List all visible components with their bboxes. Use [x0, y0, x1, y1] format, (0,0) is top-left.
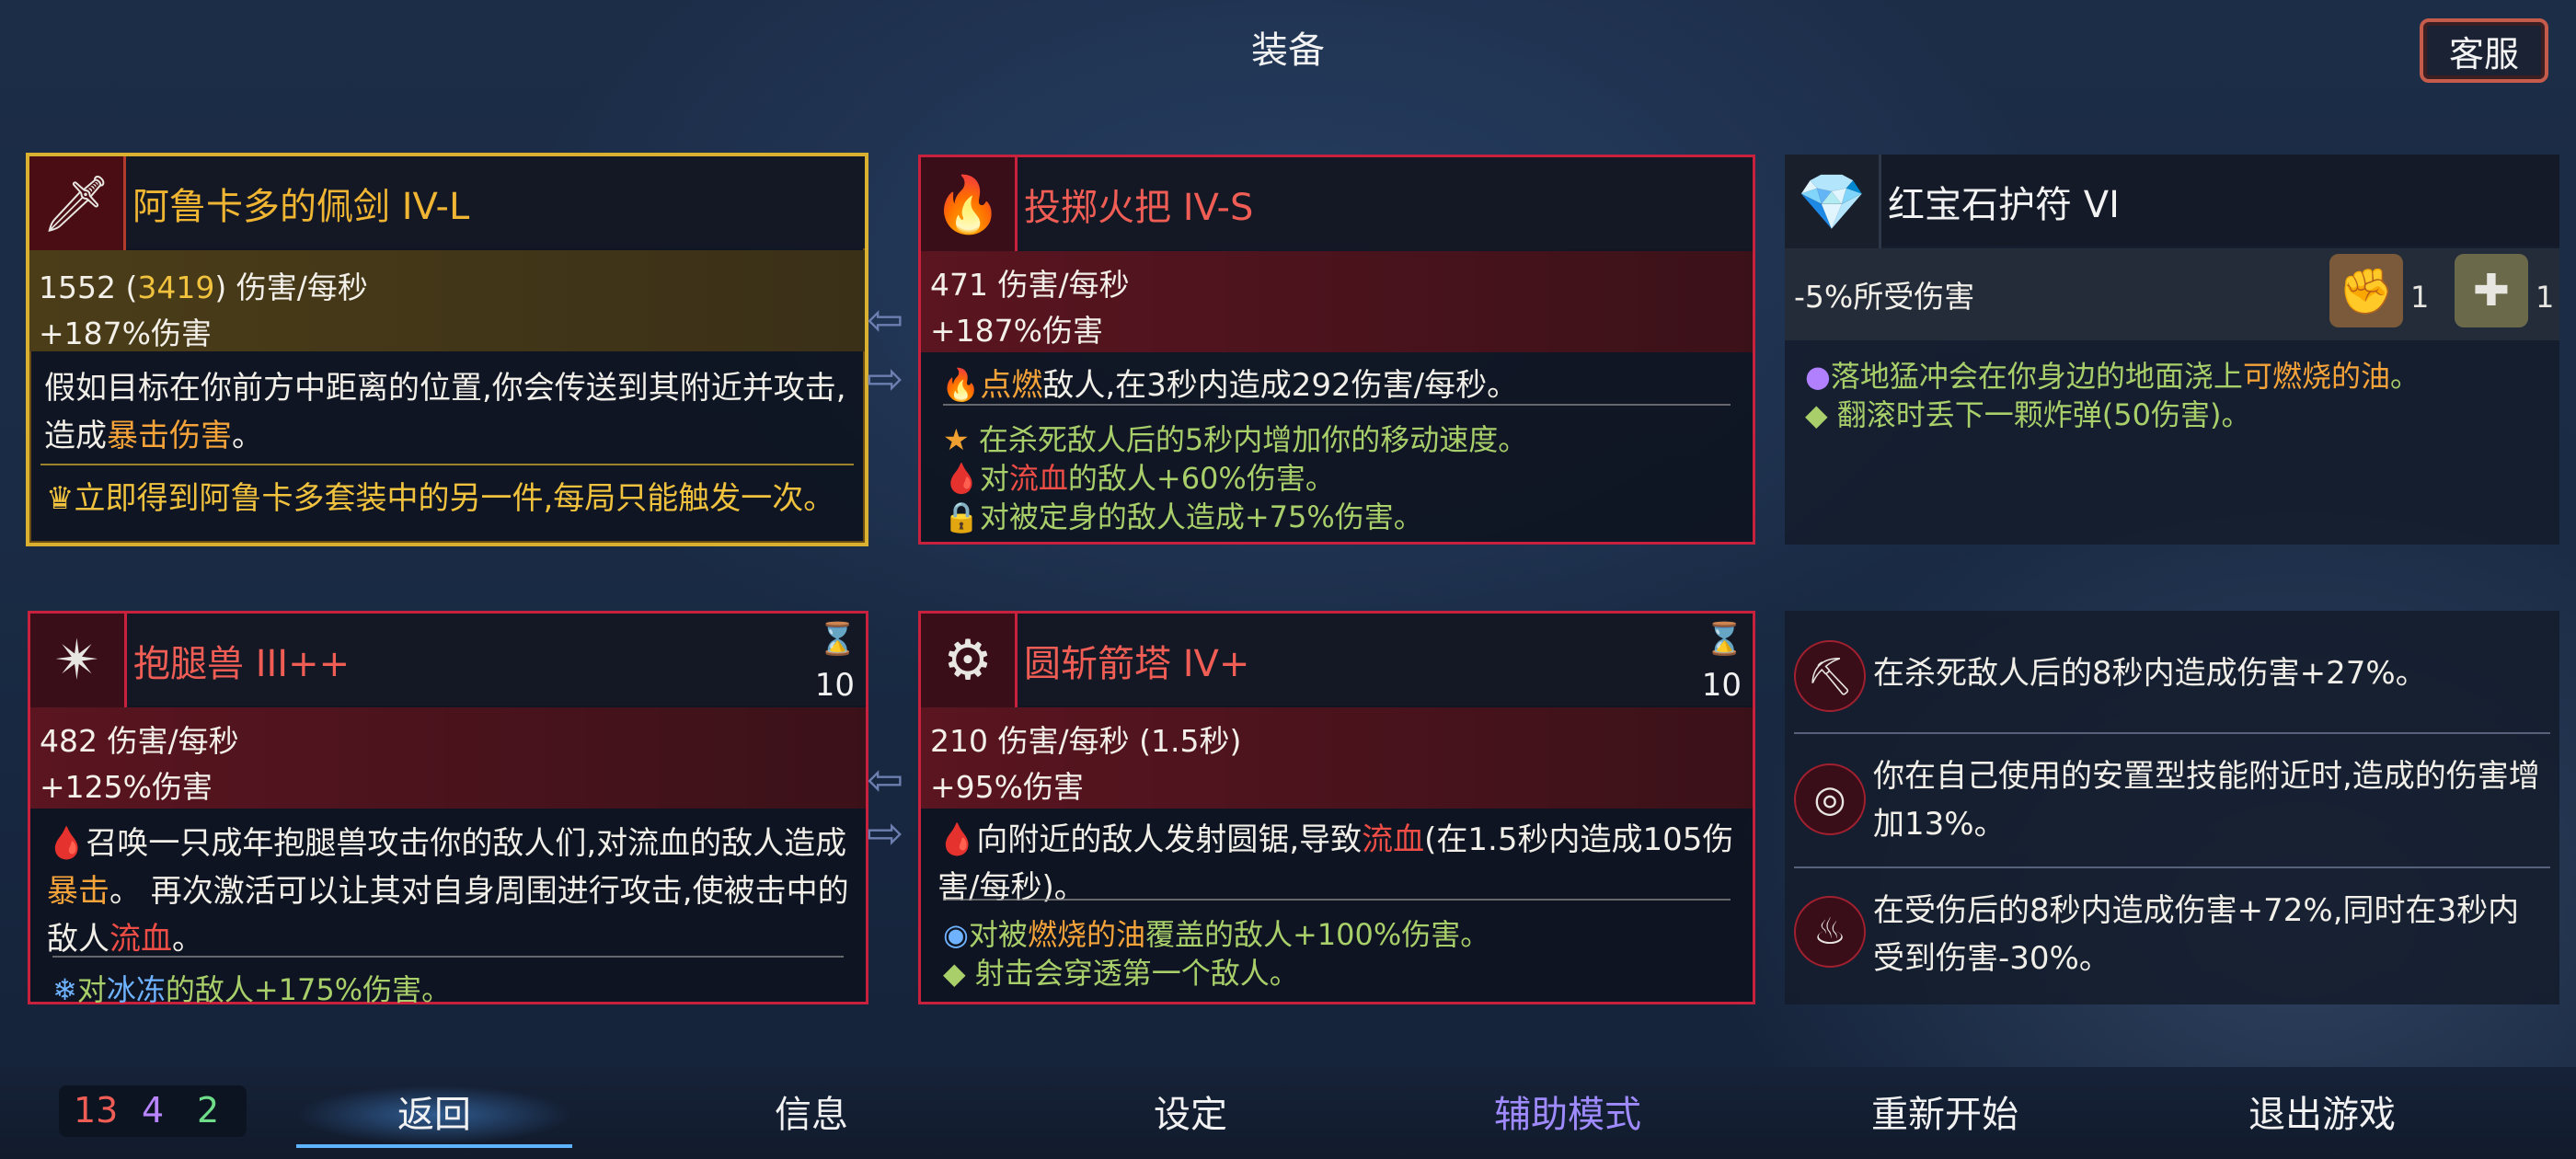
affix-line: ◆ 射击会穿透第一个敌人。: [943, 956, 1299, 991]
skill-title: 抱腿兽 III++: [133, 643, 351, 685]
crown-icon: ♛: [46, 480, 75, 517]
page-title: 装备: [1251, 29, 1325, 72]
oil-icon: ◉: [943, 917, 969, 952]
turret-icon: ⚙: [921, 614, 1018, 710]
amulet-stat: -5%所受伤害: [1794, 279, 1975, 315]
tactics-count: 4: [142, 1090, 165, 1130]
weapon-title: 阿鲁卡多的佩剑 IV-L: [132, 186, 470, 228]
weapon-card-torch[interactable]: 🔥 投掷火把 IV-S 471 伤害/每秒 +187%伤害 🔥点燃敌人,在3秒内…: [918, 155, 1755, 545]
nav-restart[interactable]: 重新开始: [1807, 1085, 2083, 1144]
brutality-scroll-count: 1: [2410, 280, 2430, 315]
blood-drop-icon: 🩸: [937, 821, 977, 858]
nav-back[interactable]: 返回: [296, 1085, 572, 1148]
skill-card-ankle-biter[interactable]: ✴ 抱腿兽 III++ ⌛ 10 482 伤害/每秒 +125%伤害 🩸召唤一只…: [28, 611, 868, 1007]
swap-right-arrow-icon[interactable]: ⇨: [867, 353, 903, 405]
ankle-biter-icon: ✴: [30, 614, 127, 710]
mutations-panel: ⛏ 在杀死敌人后的8秒内造成伤害+27%。 ◎ 你在自己使用的安置型技能附近时,…: [1785, 611, 2559, 1004]
affix-line: 🔒对被定身的敌人造成+75%伤害。: [943, 499, 1423, 534]
affix-line: ●落地猛冲会在你身边的地面浇上可燃烧的油。: [1805, 359, 2420, 394]
mutation-text: 你在自己使用的安置型技能附近时,造成的伤害增加13%。: [1873, 758, 2540, 843]
snowflake-icon: ❄: [52, 972, 77, 1007]
brutality-count: 13: [74, 1090, 119, 1130]
skill-dps: 482 伤害/每秒: [40, 723, 239, 759]
sword-icon: 🗡: [29, 156, 126, 253]
weapon-dps: 1552 (3419) 伤害/每秒: [39, 270, 368, 305]
diamond-bullet-icon: ◆: [943, 956, 966, 991]
survival-scroll-icon: ✚: [2455, 254, 2528, 327]
legendary-affix: ♛立即得到阿鲁卡多套装中的另一件,每局只能触发一次。: [46, 480, 835, 517]
star-icon: ★: [943, 422, 970, 457]
swap-left-arrow-icon[interactable]: ⇦: [867, 754, 903, 806]
affix-line: ◉对被燃烧的油覆盖的敌人+100%伤害。: [943, 917, 1490, 952]
swap-left-arrow-icon[interactable]: ⇦: [867, 294, 903, 346]
nav-quit-game[interactable]: 退出游戏: [2184, 1085, 2460, 1144]
kill-rhythm-mutation-icon[interactable]: ⛏: [1794, 640, 1866, 712]
weapon-description: 🔥点燃敌人,在3秒内造成292伤害/每秒。: [941, 367, 1519, 404]
weapon-damage-bonus: +187%伤害: [39, 316, 212, 351]
affix-line: ★ 在杀死敌人后的5秒内增加你的移动速度。: [943, 422, 1528, 457]
amulet-card[interactable]: 💎 红宝石护符 VI -5%所受伤害 ✊ 1 ✚ 1 ●落地猛冲会在你身边的地面…: [1785, 155, 2559, 545]
nav-assist-mode[interactable]: 辅助模式: [1430, 1085, 1706, 1144]
skill-damage-bonus: +125%伤害: [40, 769, 213, 805]
skill-card-sawblade-turret[interactable]: ⚙ 圆斩箭塔 IV+ ⌛ 10 210 伤害/每秒 (1.5秒) +95%伤害 …: [918, 611, 1755, 1004]
scroll-counts: 13 4 2: [59, 1085, 247, 1137]
weapon-card-sword[interactable]: 🗡 阿鲁卡多的佩剑 IV-L 1552 (3419) 伤害/每秒 +187%伤害…: [26, 153, 868, 546]
nav-info[interactable]: 信息: [673, 1085, 949, 1144]
hourglass-icon: ⌛: [818, 621, 857, 658]
weapon-description: 假如目标在你前方中距离的位置,你会传送到其附近并攻击,造成暴击伤害。: [44, 370, 846, 454]
affix-line: ◆ 翻滚时丢下一颗炸弹(50伤害)。: [1805, 397, 2251, 432]
skill-description: 🩸向附近的敌人发射圆锯,导致流血(在1.5秒内造成105伤害/每秒)。: [937, 821, 1734, 906]
diamond-bullet-icon: ◆: [1805, 397, 1828, 432]
skill-damage-bonus: +95%伤害: [930, 769, 1084, 805]
cooldown-count: 10: [814, 667, 855, 704]
weapon-title: 投掷火把 IV-S: [1024, 187, 1254, 229]
cooldown-count: 10: [1701, 667, 1742, 704]
lock-icon: 🔒: [943, 499, 980, 534]
amulet-title: 红宝石护符 VI: [1888, 184, 2120, 226]
mutation-text: 在受伤后的8秒内造成伤害+72%,同时在3秒内受到伤害-30%。: [1873, 892, 2520, 977]
skill-dps: 210 伤害/每秒 (1.5秒): [930, 723, 1242, 759]
skill-description: 🩸召唤一只成年抱腿兽攻击你的敌人们,对流血的敌人造成暴击。 再次激活可以让其对自…: [47, 825, 849, 958]
weapon-damage-bonus: +187%伤害: [930, 313, 1103, 349]
customer-service-button[interactable]: 客服: [2420, 18, 2548, 83]
hourglass-icon: ⌛: [1705, 621, 1744, 658]
weapon-dps: 471 伤害/每秒: [930, 267, 1130, 303]
survival-count: 2: [197, 1090, 220, 1130]
ruby-amulet-icon: 💎: [1785, 155, 1881, 251]
tactics-mutation-icon[interactable]: ◎: [1794, 763, 1866, 835]
skill-title: 圆斩箭塔 IV+: [1024, 643, 1250, 685]
adrenaline-mutation-icon[interactable]: ♨: [1794, 896, 1866, 968]
mutation-text: 在杀死敌人后的8秒内造成伤害+27%。: [1873, 655, 2427, 692]
torch-icon: 🔥: [921, 157, 1018, 254]
fire-icon: 🔥: [941, 367, 981, 404]
brutality-scroll-icon: ✊: [2329, 254, 2403, 327]
bomb-icon: ●: [1805, 359, 1831, 394]
blood-drop-icon: 🩸: [943, 461, 980, 496]
survival-scroll-count: 1: [2536, 280, 2555, 315]
affix-line: ❄对冰冻的敌人+175%伤害。: [52, 972, 452, 1007]
affix-line: 🩸对流血的敌人+60%伤害。: [943, 461, 1335, 496]
nav-settings[interactable]: 设定: [1052, 1085, 1328, 1144]
swap-right-arrow-icon[interactable]: ⇨: [867, 808, 903, 859]
blood-drop-icon: 🩸: [47, 825, 86, 862]
